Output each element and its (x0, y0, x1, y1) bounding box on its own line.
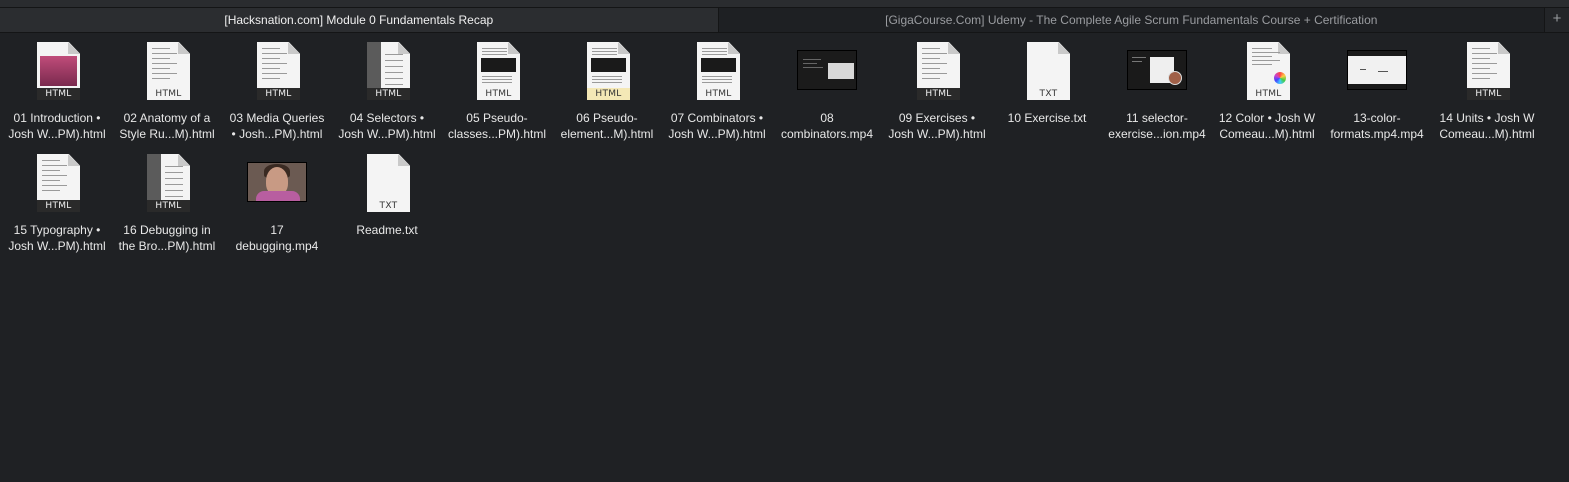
file-item[interactable]: HTML 06 Pseudo- element...M).html (552, 40, 662, 146)
document-icon: HTML (552, 40, 662, 102)
file-name-label: 04 Selectors • Josh W...PM).html (338, 111, 436, 141)
html-file-icon: HTML (587, 42, 630, 100)
file-item[interactable]: TXT Readme.txt (332, 152, 442, 258)
html-file-icon: HTML (917, 42, 960, 100)
video-thumbnail (1102, 40, 1212, 102)
file-type-badge: HTML (1467, 88, 1510, 100)
file-type-badge: HTML (155, 89, 182, 99)
file-item[interactable]: HTML 02 Anatomy of a Style Ru...M).html (112, 40, 222, 146)
html-file-icon: HTML (367, 42, 410, 100)
add-tab-button[interactable]: + (1544, 8, 1569, 32)
video-frame (247, 162, 307, 202)
file-name-label: 09 Exercises • Josh W...PM).html (888, 111, 986, 141)
file-item[interactable]: HTML 05 Pseudo- classes...PM).html (442, 40, 552, 146)
video-thumbnail (222, 152, 332, 214)
video-frame (1347, 50, 1407, 90)
document-icon: TXT (992, 40, 1102, 102)
video-thumbnail (772, 40, 882, 102)
document-icon: HTML (1212, 40, 1322, 102)
document-icon: TXT (332, 152, 442, 214)
html-file-icon: HTML (257, 42, 300, 100)
file-item[interactable]: HTML 09 Exercises • Josh W...PM).html (882, 40, 992, 146)
document-icon: HTML (662, 40, 772, 102)
file-item[interactable]: HTML 14 Units • Josh W Comeau...M).html (1432, 40, 1542, 146)
window-top-strip (0, 0, 1569, 8)
file-name-label: 10 Exercise.txt (1007, 111, 1087, 125)
file-name-label: 06 Pseudo- element...M).html (560, 111, 654, 141)
file-type-badge: HTML (37, 200, 80, 212)
file-item[interactable]: HTML 03 Media Queries • Josh...PM).html (222, 40, 332, 146)
tab-gigacourse[interactable]: [GigaCourse.Com] Udemy - The Complete Ag… (718, 8, 1545, 32)
file-type-badge: TXT (1039, 89, 1058, 99)
html-file-icon: HTML (37, 42, 80, 100)
tab-bar: [Hacksnation.com] Module 0 Fundamentals … (0, 8, 1569, 33)
file-type-badge: HTML (705, 89, 732, 99)
file-name-label: 16 Debugging in the Bro...PM).html (118, 223, 216, 253)
file-name-label: 17 debugging.mp4 (235, 223, 319, 253)
file-name-label: 01 Introduction • Josh W...PM).html (8, 111, 106, 141)
html-file-icon: HTML (147, 154, 190, 212)
html-file-icon: HTML (147, 42, 190, 100)
file-item[interactable]: HTML 07 Combinators • Josh W...PM).html (662, 40, 772, 146)
file-item[interactable]: HTML 04 Selectors • Josh W...PM).html (332, 40, 442, 146)
file-name-label: 07 Combinators • Josh W...PM).html (668, 111, 766, 141)
file-type-badge: TXT (379, 201, 398, 211)
file-item[interactable]: 08 combinators.mp4 (772, 40, 882, 146)
tab-hacksnation[interactable]: [Hacksnation.com] Module 0 Fundamentals … (0, 8, 719, 32)
document-icon: HTML (1432, 40, 1542, 102)
file-type-badge: HTML (917, 88, 960, 100)
document-icon: HTML (332, 40, 442, 102)
document-icon: HTML (2, 152, 112, 214)
video-frame (797, 50, 857, 90)
html-file-icon: HTML (1467, 42, 1510, 100)
file-item[interactable]: 17 debugging.mp4 (222, 152, 332, 258)
file-name-label: 08 combinators.mp4 (780, 111, 874, 141)
document-icon: HTML (2, 40, 112, 102)
file-item[interactable]: HTML 15 Typography • Josh W...PM).html (2, 152, 112, 258)
file-name-label: 11 selector- exercise...ion.mp4 (1108, 111, 1206, 141)
file-item[interactable]: HTML 12 Color • Josh W Comeau...M).html (1212, 40, 1322, 146)
file-item[interactable]: HTML 16 Debugging in the Bro...PM).html (112, 152, 222, 258)
file-type-badge: HTML (485, 89, 512, 99)
html-file-icon: HTML (477, 42, 520, 100)
file-item[interactable]: 11 selector- exercise...ion.mp4 (1102, 40, 1212, 146)
file-type-badge: HTML (587, 88, 630, 100)
file-type-badge: HTML (37, 88, 80, 100)
document-icon: HTML (112, 152, 222, 214)
file-type-badge: HTML (257, 88, 300, 100)
html-file-icon: HTML (37, 154, 80, 212)
video-frame (1127, 50, 1187, 90)
file-type-badge: HTML (367, 88, 410, 100)
file-name-label: 05 Pseudo- classes...PM).html (447, 111, 546, 141)
document-icon: HTML (882, 40, 992, 102)
file-name-label: 15 Typography • Josh W...PM).html (8, 223, 106, 253)
file-item[interactable]: HTML 01 Introduction • Josh W...PM).html (2, 40, 112, 146)
file-name-label: Readme.txt (356, 223, 418, 237)
file-item[interactable]: TXT 10 Exercise.txt (992, 40, 1102, 146)
file-type-badge: HTML (1255, 89, 1282, 99)
file-item[interactable]: 13-color- formats.mp4.mp4 (1322, 40, 1432, 146)
file-name-label: 12 Color • Josh W Comeau...M).html (1218, 111, 1316, 141)
document-icon: HTML (222, 40, 332, 102)
file-name-label: 13-color- formats.mp4.mp4 (1330, 111, 1424, 141)
file-name-label: 02 Anatomy of a Style Ru...M).html (119, 111, 215, 141)
text-file-icon: TXT (1027, 42, 1070, 100)
file-name-label: 14 Units • Josh W Comeau...M).html (1439, 111, 1535, 141)
video-thumbnail (1322, 40, 1432, 102)
file-type-badge: HTML (147, 200, 190, 212)
document-icon: HTML (442, 40, 552, 102)
file-name-label: 03 Media Queries • Josh...PM).html (229, 111, 325, 141)
html-file-icon: HTML (697, 42, 740, 100)
html-file-icon: HTML (1247, 42, 1290, 100)
text-file-icon: TXT (367, 154, 410, 212)
document-icon: HTML (112, 40, 222, 102)
